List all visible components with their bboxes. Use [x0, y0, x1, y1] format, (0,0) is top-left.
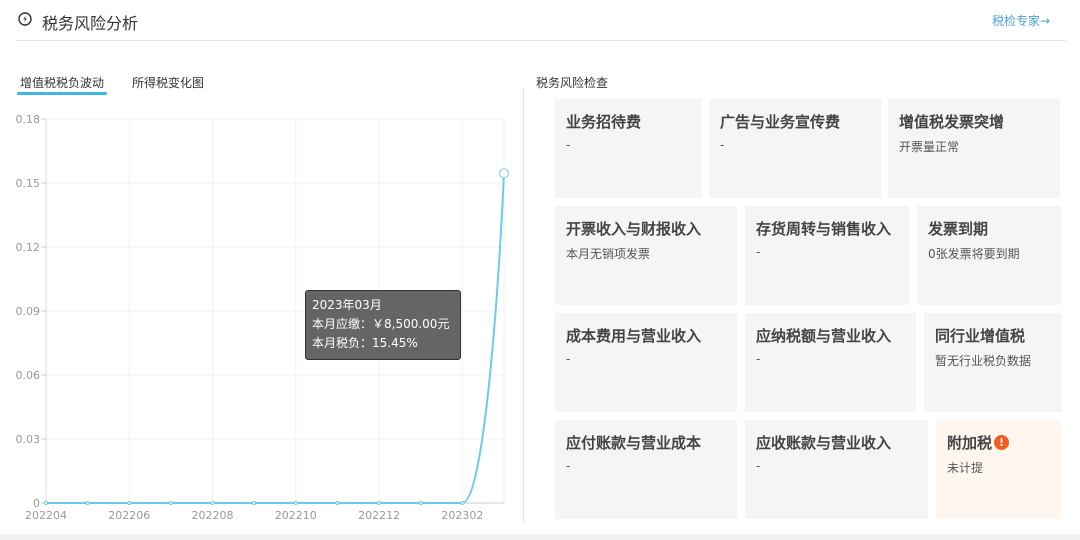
data-point: [168, 501, 173, 505]
risk-card-surtax[interactable]: 附加税! 未计提: [936, 420, 1061, 519]
data-point: [252, 501, 257, 505]
risk-card-invoice-vs-report[interactable]: 开票收入与财报收入 本月无销项发票: [555, 206, 737, 305]
y-tick-label: 0.03: [16, 433, 41, 446]
card-title: 附加税: [947, 434, 993, 452]
card-title: 成本费用与营业收入: [566, 327, 702, 345]
card-title: 应收账款与营业收入: [756, 434, 892, 452]
data-point: [127, 501, 132, 505]
card-title: 应纳税额与营业收入: [756, 327, 892, 345]
data-point: [293, 501, 298, 505]
tooltip-burden: 本月税负：15.45%: [312, 336, 418, 350]
card-value: -: [756, 245, 761, 259]
card-value: 0张发票将要到期: [928, 247, 1020, 261]
x-tick-label: 202210: [275, 509, 317, 522]
x-tick-label: 202302: [441, 509, 483, 522]
y-tick-label: 0.18: [16, 113, 41, 126]
y-tick-label: 0.12: [16, 241, 41, 254]
risk-card-tax-vs-revenue[interactable]: 应纳税额与营业收入 -: [745, 313, 916, 412]
data-point: [44, 501, 48, 505]
risk-card-payables-vs-cost[interactable]: 应付账款与营业成本 -: [555, 420, 737, 519]
risk-card-invoice-expiry[interactable]: 发票到期 0张发票将要到期: [917, 206, 1061, 305]
card-value: 暂无行业税负数据: [935, 354, 1032, 368]
y-tick-label: 0.15: [16, 177, 41, 190]
card-title: 同行业增值税: [935, 327, 1026, 345]
bottom-strip: [0, 534, 1080, 540]
card-value: 开票量正常: [899, 140, 960, 154]
card-title: 开票收入与财报收入: [566, 220, 702, 238]
tax-expert-link[interactable]: 税检专家→: [992, 12, 1050, 29]
data-point: [85, 501, 90, 505]
card-value: 未计提: [947, 461, 984, 475]
data-point: [210, 501, 215, 505]
x-tick-label: 202204: [25, 509, 67, 522]
y-tick-label: 0.06: [16, 369, 41, 382]
card-title: 业务招待费: [566, 113, 642, 131]
risk-card-entertainment[interactable]: 业务招待费 -: [555, 99, 702, 198]
data-point: [377, 501, 382, 505]
data-point: [335, 501, 340, 505]
card-title: 增值税发票突增: [899, 113, 1005, 131]
tooltip-period: 2023年03月: [312, 298, 382, 312]
alert-icon: !: [994, 435, 1010, 450]
risk-check-title: 税务风险检查: [536, 76, 609, 90]
panel-header: 税务风险分析 税检专家→: [0, 0, 1080, 41]
card-value: -: [566, 352, 571, 366]
data-point: [499, 168, 509, 179]
risk-card-inventory-turnover[interactable]: 存货周转与销售收入 -: [745, 206, 909, 305]
risk-card-invoice-surge[interactable]: 增值税发票突增 开票量正常: [888, 99, 1060, 198]
page-title: 税务风险分析: [42, 14, 139, 33]
data-point: [418, 501, 423, 505]
x-tick-label: 202212: [358, 509, 400, 522]
risk-card-industry-vat[interactable]: 同行业增值税 暂无行业税负数据: [924, 313, 1062, 412]
y-tick-label: 0.09: [16, 305, 41, 318]
risk-card-receivables-vs-revenue[interactable]: 应收账款与营业收入 -: [745, 420, 928, 519]
card-title: 发票到期: [928, 220, 989, 238]
header-divider: [16, 40, 1066, 41]
card-title: 广告与业务宣传费: [720, 113, 841, 131]
card-title: 存货周转与销售收入: [756, 220, 892, 238]
card-value: -: [566, 459, 571, 473]
card-title: 应付账款与营业成本: [566, 434, 702, 452]
x-tick-label: 202206: [108, 509, 150, 522]
data-point: [460, 501, 465, 505]
card-value: -: [720, 138, 725, 152]
tab-vat-burden[interactable]: 增值税税负波动: [16, 74, 108, 95]
risk-card-advertising[interactable]: 广告与业务宣传费 -: [709, 99, 881, 198]
card-value: -: [756, 459, 761, 473]
tooltip-payable: 本月应缴：￥8,500.00元: [312, 317, 450, 331]
card-value: -: [756, 352, 761, 366]
card-value: 本月无销项发票: [566, 247, 651, 261]
chart-tooltip: 2023年03月 本月应缴：￥8,500.00元 本月税负：15.45%: [305, 290, 461, 360]
card-value: -: [566, 138, 571, 152]
clock-icon: [18, 12, 32, 26]
tab-income-tax[interactable]: 所得税变化图: [132, 74, 204, 91]
panel-divider: [523, 88, 524, 522]
x-tick-label: 202208: [192, 509, 234, 522]
risk-card-cost-vs-revenue[interactable]: 成本费用与营业收入 -: [555, 313, 737, 412]
